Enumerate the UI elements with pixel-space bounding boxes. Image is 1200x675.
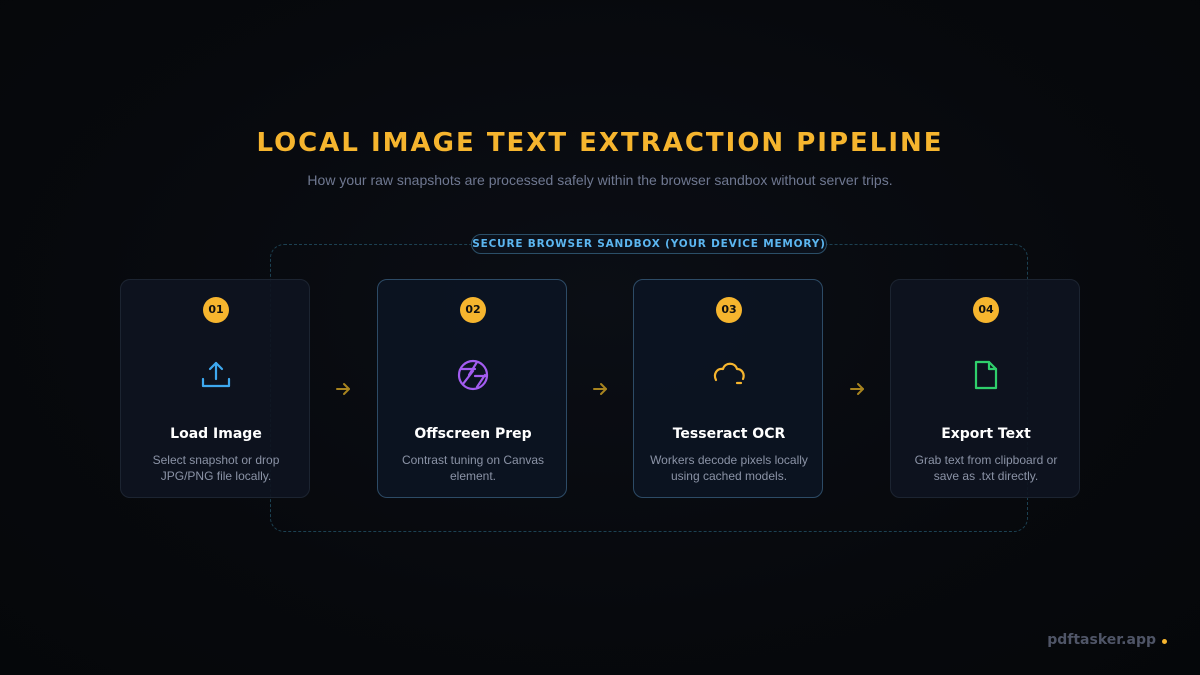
step-title: Export Text bbox=[941, 426, 1031, 442]
step-description: Contrast tuning on Canvas element. bbox=[401, 453, 545, 483]
step-title: Offscreen Prep bbox=[414, 426, 532, 442]
cloud-icon bbox=[711, 357, 747, 393]
step-number-badge: 02 bbox=[460, 297, 486, 323]
arrow-right-icon bbox=[334, 380, 352, 398]
step-number-badge: 03 bbox=[716, 297, 742, 323]
arrow-right-icon bbox=[848, 380, 866, 398]
step-card-offscreen-prep: 02 Offscreen Prep Contrast tuning on Can… bbox=[377, 279, 567, 498]
page-title: LOCAL IMAGE TEXT EXTRACTION PIPELINE bbox=[256, 128, 944, 158]
sandbox-label: SECURE BROWSER SANDBOX (YOUR DEVICE MEMO… bbox=[471, 234, 827, 254]
step-title: Load Image bbox=[170, 426, 262, 442]
step-card-load-image: 01 Load Image Select snapshot or drop JP… bbox=[120, 279, 310, 498]
step-card-export-text: 04 Export Text Grab text from clipboard … bbox=[890, 279, 1080, 498]
brand-dot bbox=[1162, 639, 1167, 644]
step-description: Grab text from clipboard or save as .txt… bbox=[914, 453, 1058, 483]
arrow-right-icon bbox=[591, 380, 609, 398]
file-icon bbox=[968, 357, 1004, 393]
brand-watermark: pdftasker.app bbox=[1047, 632, 1156, 648]
step-description: Workers decode pixels locally using cach… bbox=[650, 453, 808, 483]
step-number-badge: 01 bbox=[203, 297, 229, 323]
step-title: Tesseract OCR bbox=[672, 426, 786, 442]
page-subtitle: How your raw snapshots are processed saf… bbox=[307, 172, 893, 188]
aperture-icon bbox=[455, 357, 491, 393]
step-card-tesseract-ocr: 03 Tesseract OCR Workers decode pixels l… bbox=[633, 279, 823, 498]
step-description: Select snapshot or drop JPG/PNG file loc… bbox=[152, 453, 280, 483]
step-number-badge: 04 bbox=[973, 297, 999, 323]
upload-icon bbox=[198, 357, 234, 393]
